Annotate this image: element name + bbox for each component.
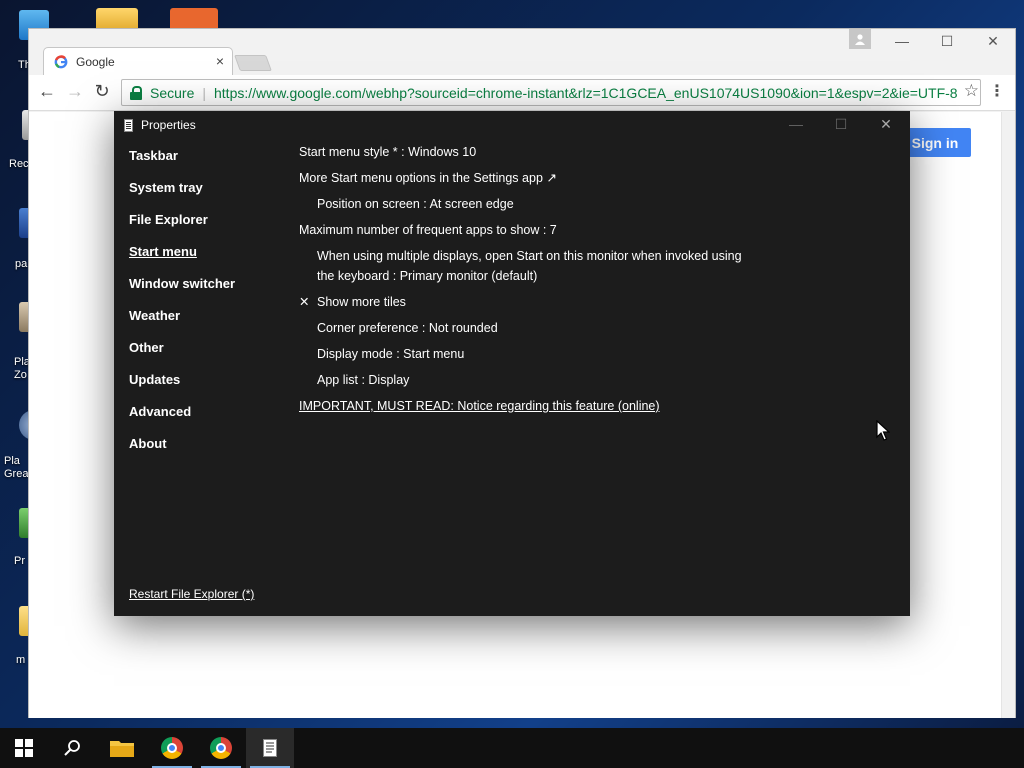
minimize-button[interactable]: — bbox=[887, 33, 917, 49]
desktop-icon-label: Pla Zo bbox=[14, 356, 30, 381]
tab-google[interactable]: Google × bbox=[43, 47, 233, 75]
back-arrow-icon[interactable]: ← bbox=[35, 81, 59, 102]
properties-app-icon bbox=[124, 118, 133, 132]
tab-close-icon[interactable]: × bbox=[216, 53, 224, 69]
secure-label: Secure bbox=[150, 84, 195, 101]
more-start-menu-options-link[interactable]: More Start menu options in the Settings … bbox=[299, 168, 557, 188]
multi-display-line-2: the keyboard : Primary monitor (default) bbox=[317, 269, 538, 283]
start-button[interactable] bbox=[0, 728, 48, 768]
sidebar-item-file-explorer[interactable]: File Explorer bbox=[129, 212, 208, 227]
chrome-icon bbox=[161, 737, 183, 759]
search-icon bbox=[64, 740, 80, 756]
sidebar-item-taskbar[interactable]: Taskbar bbox=[129, 148, 178, 163]
properties-dialog: Properties — ☐ ✕ Taskbar System tray Fil… bbox=[114, 111, 910, 616]
lock-icon bbox=[130, 85, 142, 100]
multi-display-option[interactable]: When using multiple displays, open Start… bbox=[317, 246, 742, 286]
close-button[interactable]: ✕ bbox=[978, 33, 1008, 50]
sidebar-item-start-menu[interactable]: Start menu bbox=[129, 244, 197, 259]
taskbar bbox=[0, 728, 1024, 768]
omnibox-separator: | bbox=[202, 84, 206, 101]
bookmark-star-icon[interactable]: ☆ bbox=[964, 81, 979, 101]
sidebar-item-other[interactable]: Other bbox=[129, 340, 164, 355]
desktop-icon-label: Rec bbox=[9, 158, 29, 170]
checkmark-icon: ✕ bbox=[299, 295, 310, 309]
search-button[interactable] bbox=[48, 728, 96, 768]
display-mode-option[interactable]: Display mode : Start menu bbox=[317, 344, 464, 364]
windows-logo-icon bbox=[15, 739, 33, 757]
person-icon bbox=[855, 33, 865, 45]
sidebar-item-updates[interactable]: Updates bbox=[129, 372, 180, 387]
multi-display-line-1: When using multiple displays, open Start… bbox=[317, 249, 742, 263]
browser-titlebar: Google × — ☐ ✕ bbox=[29, 29, 1015, 75]
restart-file-explorer-link[interactable]: Restart File Explorer (*) bbox=[129, 587, 254, 601]
google-favicon-icon bbox=[54, 54, 68, 68]
url-text: https://www.google.com/webhp?sourceid=ch… bbox=[214, 84, 958, 101]
tab-title: Google bbox=[76, 54, 115, 69]
important-notice-link[interactable]: IMPORTANT, MUST READ: Notice regarding t… bbox=[299, 396, 660, 416]
new-tab-button[interactable] bbox=[234, 55, 272, 71]
desktop-icon-label: Pla Grea bbox=[4, 455, 29, 480]
properties-titlebar: Properties — ☐ ✕ bbox=[114, 111, 910, 139]
profile-button[interactable] bbox=[849, 29, 871, 49]
properties-title: Properties bbox=[141, 118, 196, 132]
mouse-cursor-icon bbox=[876, 420, 890, 441]
taskbar-properties[interactable] bbox=[246, 728, 294, 768]
taskbar-file-explorer[interactable] bbox=[98, 728, 146, 768]
corner-preference-option[interactable]: Corner preference : Not rounded bbox=[317, 318, 498, 338]
app-list-option[interactable]: App list : Display bbox=[317, 370, 409, 390]
more-menu-icon[interactable]: ⋮ bbox=[989, 81, 1005, 101]
forward-arrow-icon[interactable]: → bbox=[63, 81, 87, 102]
reload-icon[interactable]: ↻ bbox=[90, 81, 114, 102]
taskbar-chrome-1[interactable] bbox=[148, 728, 196, 768]
page-scrollbar[interactable] bbox=[1001, 112, 1015, 718]
folder-icon bbox=[110, 741, 134, 757]
maximize-button[interactable]: ☐ bbox=[826, 116, 856, 133]
sidebar-item-about[interactable]: About bbox=[129, 436, 167, 451]
sidebar-item-advanced[interactable]: Advanced bbox=[129, 404, 191, 419]
sidebar-item-weather[interactable]: Weather bbox=[129, 308, 180, 323]
properties-app-icon bbox=[263, 739, 277, 757]
sidebar-item-system-tray[interactable]: System tray bbox=[129, 180, 203, 195]
desktop-icon-label: pa bbox=[15, 258, 28, 270]
sidebar-item-window-switcher[interactable]: Window switcher bbox=[129, 276, 235, 291]
minimize-button[interactable]: — bbox=[781, 116, 811, 132]
position-on-screen-option[interactable]: Position on screen : At screen edge bbox=[317, 194, 514, 214]
desktop-icon-label: Pr bbox=[14, 555, 25, 567]
address-bar[interactable]: Secure | https://www.google.com/webhp?so… bbox=[121, 79, 981, 106]
taskbar-chrome-2[interactable] bbox=[197, 728, 245, 768]
desktop-icon-label: m bbox=[16, 654, 26, 666]
show-more-tiles-label: Show more tiles bbox=[317, 295, 406, 309]
maximize-button[interactable]: ☐ bbox=[932, 33, 962, 50]
browser-toolbar: ← → ↻ Secure | https://www.google.com/we… bbox=[29, 75, 1015, 111]
chrome-icon bbox=[210, 737, 232, 759]
start-menu-style-option[interactable]: Start menu style * : Windows 10 bbox=[299, 142, 476, 162]
close-button[interactable]: ✕ bbox=[871, 116, 901, 133]
show-more-tiles-option[interactable]: ✕ Show more tiles bbox=[299, 292, 406, 312]
max-frequent-apps-option[interactable]: Maximum number of frequent apps to show … bbox=[299, 220, 557, 240]
